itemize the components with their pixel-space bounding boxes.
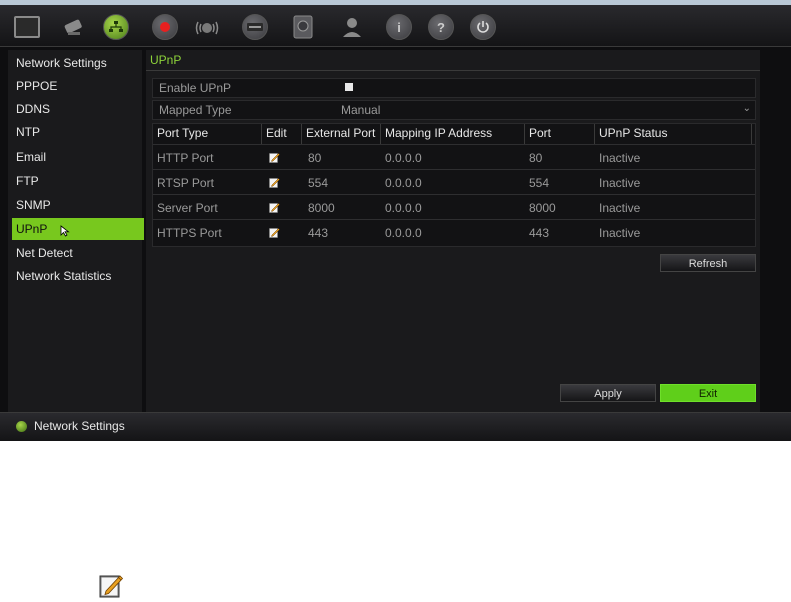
refresh-button[interactable]: Refresh	[660, 254, 756, 272]
alarm-icon[interactable]	[194, 14, 220, 40]
sidebar-item-upnp[interactable]: UPnP	[12, 218, 144, 240]
edit-icon[interactable]	[269, 227, 280, 238]
network-icon[interactable]	[103, 14, 129, 40]
port-mapping-table: Port Type Edit External Port Mapping IP …	[152, 123, 756, 247]
enable-upnp-label: Enable UPnP	[159, 81, 232, 95]
mapped-type-label: Mapped Type	[159, 103, 232, 117]
header-mapping-ip: Mapping IP Address	[385, 126, 493, 140]
device-icon[interactable]	[242, 14, 268, 40]
exit-button[interactable]: Exit	[660, 384, 756, 402]
sidebar: Network Settings PPPOE DDNS NTP Email FT…	[8, 50, 144, 412]
edit-icon[interactable]	[269, 202, 280, 213]
info-icon[interactable]: i	[386, 14, 412, 40]
edit-icon[interactable]	[269, 152, 280, 163]
enable-upnp-row: Enable UPnP	[152, 78, 756, 98]
status-bar: Network Settings	[0, 412, 791, 441]
status-text: Network Settings	[34, 419, 125, 433]
mapped-type-row: Mapped Type Manual ⌄	[152, 100, 756, 120]
tab-divider	[146, 70, 760, 71]
sidebar-item-network-statistics[interactable]: Network Statistics	[12, 265, 144, 287]
top-toolbar: i ?	[0, 0, 791, 47]
network-status-icon	[16, 421, 27, 432]
power-icon[interactable]	[470, 14, 496, 40]
window-edge	[0, 0, 791, 5]
enable-upnp-checkbox[interactable]	[345, 83, 353, 91]
header-external-port: External Port	[306, 126, 376, 140]
main-panel: UPnP Enable UPnP Mapped Type Manual ⌄ Po…	[146, 50, 760, 412]
dvr-window: i ? Network Settings PPPOE DDNS NTP Emai…	[0, 0, 791, 441]
monitor-icon[interactable]	[14, 14, 40, 40]
camera-icon[interactable]	[62, 14, 88, 40]
chevron-down-icon[interactable]: ⌄	[743, 103, 751, 114]
sidebar-item-net-detect[interactable]: Net Detect	[12, 242, 144, 264]
header-port: Port	[529, 126, 552, 140]
mapped-type-select[interactable]: Manual	[341, 103, 380, 117]
cursor-icon	[60, 225, 70, 237]
help-icon[interactable]: ?	[428, 14, 454, 40]
header-edit: Edit	[266, 126, 287, 140]
record-icon[interactable]	[152, 14, 178, 40]
sidebar-item-network-settings[interactable]: Network Settings	[12, 52, 144, 74]
edit-icon[interactable]	[269, 177, 280, 188]
edit-icon	[99, 575, 124, 598]
sidebar-item-ddns[interactable]: DDNS	[12, 98, 144, 120]
sidebar-item-snmp[interactable]: SNMP	[12, 194, 144, 216]
sidebar-item-pppoe[interactable]: PPPOE	[12, 75, 144, 97]
header-upnp-status: UPnP Status	[599, 126, 668, 140]
sidebar-item-ntp[interactable]: NTP	[12, 121, 144, 143]
sidebar-item-email[interactable]: Email	[12, 146, 144, 168]
apply-button[interactable]: Apply	[560, 384, 656, 402]
user-icon[interactable]	[339, 14, 365, 40]
hdd-icon[interactable]	[290, 14, 316, 40]
header-port-type: Port Type	[157, 126, 209, 140]
sidebar-item-ftp[interactable]: FTP	[12, 170, 144, 192]
tab-upnp[interactable]: UPnP	[150, 53, 181, 67]
